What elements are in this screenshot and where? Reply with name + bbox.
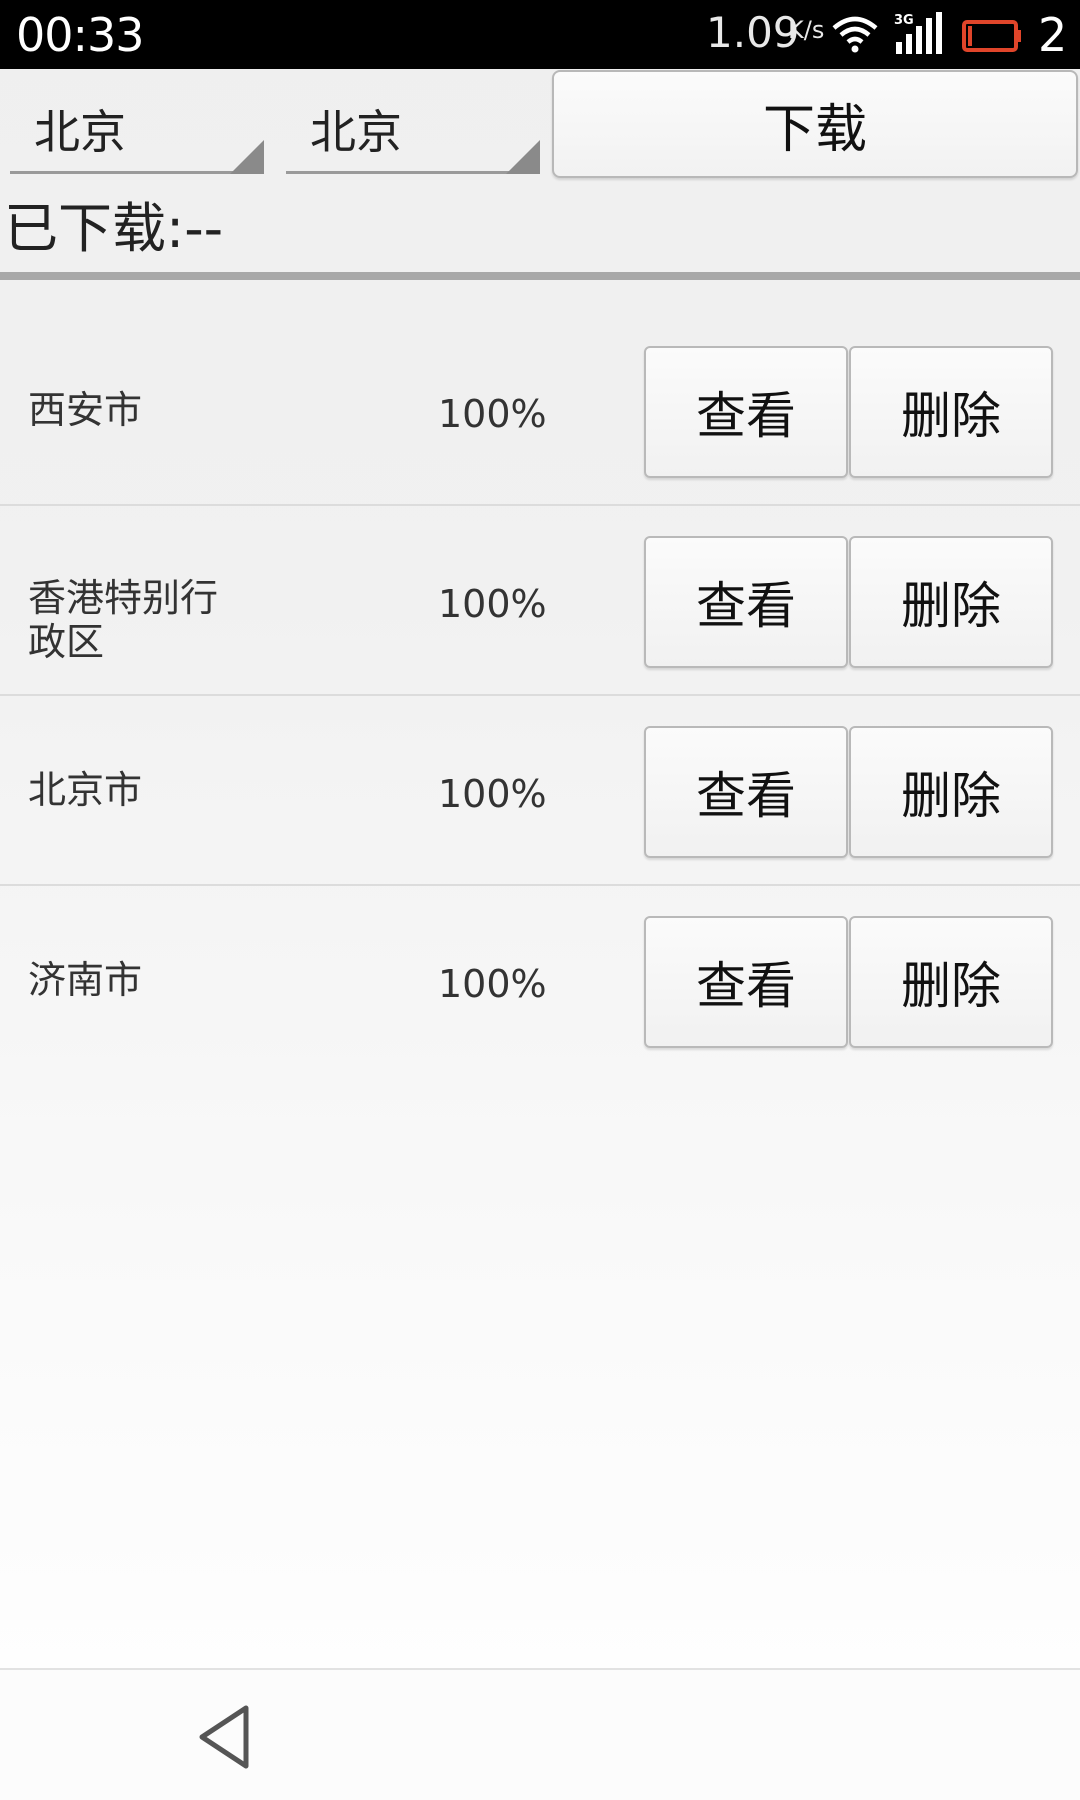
dropdown-triangle-icon: [230, 140, 264, 174]
network-speed: 1.09: [706, 8, 800, 57]
city-name: 济南市: [28, 958, 143, 1002]
city-value: 北京: [310, 105, 402, 159]
list-item: 北京市 100% 查看 删除: [0, 696, 1080, 886]
back-triangle-icon[interactable]: [196, 1704, 252, 1770]
status-time: 00:33: [16, 8, 145, 62]
list-item: 济南市 100% 查看 删除: [0, 886, 1080, 1076]
view-button[interactable]: 查看: [644, 726, 848, 858]
view-button[interactable]: 查看: [644, 536, 848, 668]
network-type-label: 3G: [894, 13, 914, 28]
delete-button[interactable]: 删除: [849, 346, 1053, 478]
download-button[interactable]: 下载: [552, 70, 1078, 178]
download-percent: 100%: [438, 392, 547, 436]
dropdown-triangle-icon: [506, 140, 540, 174]
province-spinner[interactable]: 北京: [10, 80, 264, 174]
status-bar: 00:33 1.09 K/s 3G 2: [0, 0, 1080, 69]
delete-button[interactable]: 删除: [849, 536, 1053, 668]
list-item: 西安市 100% 查看 删除: [0, 316, 1080, 506]
download-percent: 100%: [438, 772, 547, 816]
view-button[interactable]: 查看: [644, 916, 848, 1048]
delete-button[interactable]: 删除: [849, 726, 1053, 858]
battery-level: 2: [1038, 8, 1068, 62]
network-speed-unit: K/s: [788, 16, 825, 44]
city-spinner[interactable]: 北京: [286, 80, 540, 174]
navigation-bar: [0, 1668, 1080, 1800]
signal-3g-icon: 3G: [894, 12, 942, 54]
battery-icon: [962, 20, 1021, 52]
download-percent: 100%: [438, 582, 547, 626]
downloaded-status: 已下载:--: [4, 197, 224, 260]
delete-button[interactable]: 删除: [849, 916, 1053, 1048]
spinner-underline: [286, 171, 540, 174]
province-value: 北京: [34, 105, 126, 159]
city-name: 北京市: [28, 768, 143, 812]
list-item: 香港特别行政区 100% 查看 删除: [0, 506, 1080, 696]
view-button[interactable]: 查看: [644, 346, 848, 478]
city-name: 西安市: [28, 388, 143, 432]
wifi-icon: [832, 16, 878, 53]
section-divider: [0, 272, 1080, 280]
city-name: 香港特别行政区: [28, 576, 219, 664]
spinner-underline: [10, 171, 264, 174]
downloaded-list: 西安市 100% 查看 删除 香港特别行政区 100% 查看 删除 北京市 10…: [0, 316, 1080, 1076]
app-screen: 00:33 1.09 K/s 3G 2 北京 北京 下载 已下载:-- 西安市 …: [0, 0, 1080, 1800]
download-percent: 100%: [438, 962, 547, 1006]
